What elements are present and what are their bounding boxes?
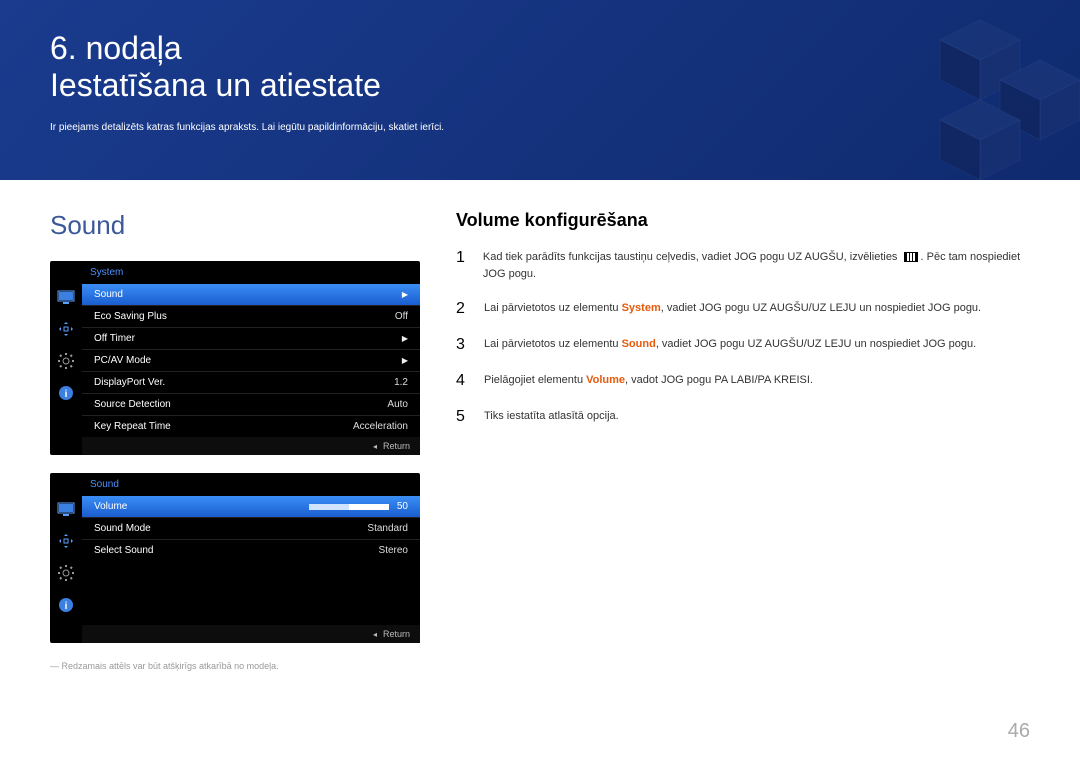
menu-icon [904, 252, 918, 262]
chevron-right-icon: ▶ [402, 356, 408, 365]
move-icon [56, 531, 76, 551]
osd-menu-row: DisplayPort Ver.1.2 [82, 371, 420, 393]
osd-sidebar-icons: i [50, 261, 82, 455]
osd-menu-row: Sound ModeStandard [82, 517, 420, 539]
step-number: 2 [456, 300, 470, 318]
section-heading-sound: Sound [50, 210, 420, 241]
instruction-step: 4 Pielāgojiet elementu Volume, vadot JOG … [456, 372, 1030, 390]
subsection-heading: Volume konfigurēšana [456, 210, 1030, 231]
osd-sidebar-icons: i [50, 473, 82, 643]
osd-return-bar: ◂Return [82, 625, 420, 643]
back-triangle-icon: ◂ [373, 442, 377, 451]
osd-row-value: Off [395, 311, 408, 322]
osd-system-menu: i System Sound▶Eco Saving PlusOffOff Tim… [50, 261, 420, 455]
chevron-right-icon: ▶ [402, 334, 408, 343]
gear-icon [56, 563, 76, 583]
step-number: 1 [456, 249, 469, 267]
step-number: 4 [456, 372, 470, 390]
osd-menu-row: Volume 50 [82, 496, 420, 517]
step-number: 5 [456, 408, 470, 426]
osd-row-label: Volume [94, 501, 309, 512]
instruction-step: 5 Tiks iestatīta atlasītā opcija. [456, 408, 1030, 426]
chevron-right-icon: ▶ [402, 290, 408, 299]
step-text: Pielāgojiet elementu Volume, vadot JOG p… [484, 372, 813, 389]
osd-sound-menu: i Sound Volume50Sound ModeStandardSelect… [50, 473, 420, 643]
osd-row-label: Key Repeat Time [94, 421, 353, 432]
osd-row-label: DisplayPort Ver. [94, 377, 394, 388]
image-footnote: ― Redzamais attēls var būt atšķirīgs atk… [50, 661, 420, 671]
svg-text:i: i [65, 389, 68, 400]
step-text: Lai pārvietotos uz elementu System, vadi… [484, 300, 981, 317]
keyword: Sound [622, 338, 656, 350]
osd-title: Sound [82, 473, 420, 496]
osd-row-label: Source Detection [94, 399, 387, 410]
osd-return-bar: ◂Return [82, 437, 420, 455]
svg-text:i: i [65, 601, 68, 612]
osd-menu-row: Source DetectionAuto [82, 393, 420, 415]
keyword: Volume [586, 374, 625, 386]
osd-row-value: Standard [367, 523, 408, 534]
osd-row-label: Sound [94, 289, 396, 300]
osd-menu-row: Sound ▶ [82, 284, 420, 305]
osd-menu-row: PC/AV Mode ▶ [82, 349, 420, 371]
left-column: Sound i System Sound▶Eco Saving PlusOffO… [50, 210, 420, 671]
gear-icon [56, 351, 76, 371]
step-text: Lai pārvietotos uz elementu Sound, vadie… [484, 336, 976, 353]
volume-progress-bar [309, 504, 389, 510]
osd-row-value: Stereo [379, 545, 408, 556]
osd-row-value: Auto [387, 399, 408, 410]
step-number: 3 [456, 336, 470, 354]
osd-row-value: Acceleration [353, 421, 408, 432]
osd-row-label: Select Sound [94, 545, 379, 556]
info-icon: i [56, 595, 76, 615]
instruction-step: 1 Kad tiek parādīts funkcijas taustiņu ce… [456, 249, 1030, 282]
osd-row-value: 50 [397, 501, 408, 512]
osd-menu-row: Key Repeat TimeAcceleration [82, 415, 420, 437]
step-text: Tiks iestatīta atlasītā opcija. [484, 408, 619, 425]
info-icon: i [56, 383, 76, 403]
instruction-step: 3 Lai pārvietotos uz elementu Sound, vadi… [456, 336, 1030, 354]
instruction-step: 2 Lai pārvietotos uz elementu System, vad… [456, 300, 1030, 318]
move-icon [56, 319, 76, 339]
osd-row-label: Sound Mode [94, 523, 367, 534]
osd-row-label: Off Timer [94, 333, 396, 344]
right-column: Volume konfigurēšana 1 Kad tiek parādīts … [456, 210, 1030, 671]
osd-row-value: 1.2 [394, 377, 408, 388]
back-triangle-icon: ◂ [373, 630, 377, 639]
monitor-icon [56, 499, 76, 519]
osd-menu-row: Select SoundStereo [82, 539, 420, 561]
osd-title: System [82, 261, 420, 284]
osd-row-label: Eco Saving Plus [94, 311, 395, 322]
keyword: System [622, 302, 661, 314]
monitor-icon [56, 287, 76, 307]
page-number: 46 [1008, 720, 1030, 743]
osd-menu-row: Eco Saving PlusOff [82, 305, 420, 327]
header-cubes-art [780, 0, 1080, 180]
osd-row-label: PC/AV Mode [94, 355, 396, 366]
step-text: Kad tiek parādīts funkcijas taustiņu ceļ… [483, 249, 1030, 282]
osd-menu-row: Off Timer ▶ [82, 327, 420, 349]
content: Sound i System Sound▶Eco Saving PlusOffO… [0, 180, 1080, 671]
chapter-header: 6. nodaļa Iestatīšana un atiestate Ir pi… [0, 0, 1080, 180]
